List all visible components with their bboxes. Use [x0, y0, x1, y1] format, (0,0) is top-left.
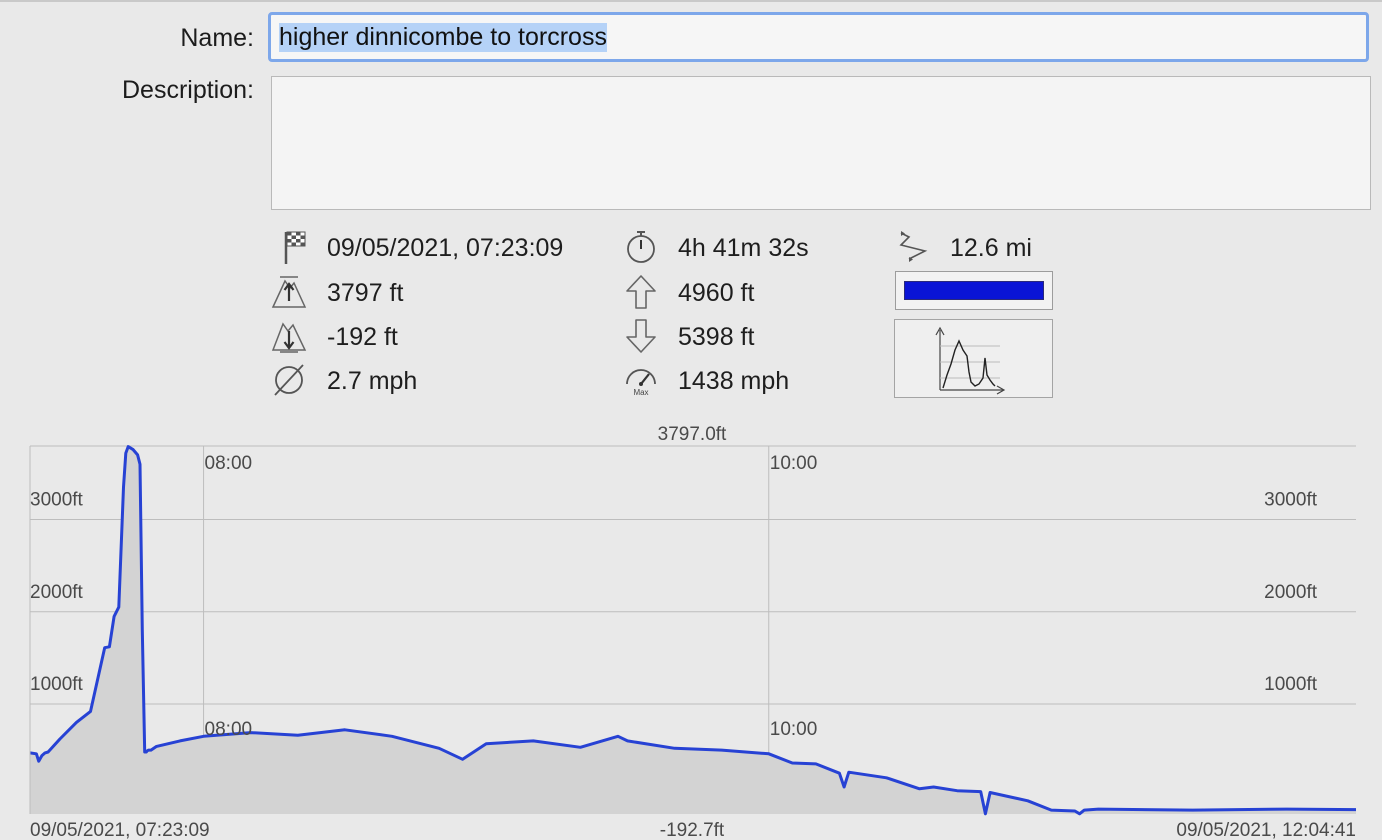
speedometer-icon: Max [626, 369, 656, 397]
x-start-label: 09/05/2021, 07:23:09 [30, 820, 210, 840]
y-tick-label: 1000ft [1264, 674, 1318, 695]
y-tick-label: 3000ft [30, 490, 84, 511]
name-input[interactable] [268, 12, 1369, 62]
x-tick-label: 08:00 [205, 719, 253, 740]
elevation-profile-icon [935, 326, 1006, 395]
max-badge: Max [633, 388, 648, 397]
mountain-up-icon [271, 276, 307, 308]
checkered-flag-icon [284, 231, 306, 264]
distance-value: 12.6 mi [950, 234, 1032, 262]
track-color-button[interactable] [895, 271, 1053, 310]
track-color-swatch [904, 281, 1044, 300]
start-time-value: 09/05/2021, 07:23:09 [327, 234, 564, 262]
x-tick-label: 10:00 [770, 453, 818, 474]
descent-value: 5398 ft [678, 323, 755, 351]
y-tick-label: 2000ft [30, 582, 84, 603]
average-icon [274, 364, 304, 396]
arrow-down-icon [626, 319, 656, 353]
max-elevation-value: 3797 ft [327, 279, 404, 307]
x-end-label: 09/05/2021, 12:04:41 [1176, 820, 1356, 840]
description-textarea[interactable] [271, 76, 1371, 210]
y-tick-label: 1000ft [30, 674, 84, 695]
y-tick-label: 2000ft [1264, 582, 1318, 603]
name-label: Name: [180, 24, 254, 52]
description-label: Description: [122, 76, 254, 104]
arrow-up-icon [626, 275, 656, 309]
x-tick-label: 08:00 [205, 453, 253, 474]
bottom-min-label: -192.7ft [660, 820, 725, 840]
window-top-border [0, 0, 1382, 2]
mountain-down-icon [271, 322, 307, 353]
y-tick-label: 3000ft [1264, 490, 1318, 511]
duration-value: 4h 41m 32s [678, 234, 809, 262]
elevation-chart: 1000ft 2000ft 3000ft 1000ft 2000ft 3000ft 08… [29, 424, 1357, 840]
min-elevation-value: -192 ft [327, 323, 398, 351]
ascent-value: 4960 ft [678, 279, 755, 307]
chart-title: 3797.0ft [658, 424, 727, 445]
max-speed-value: 1438 mph [678, 367, 790, 395]
x-tick-label: 10:00 [770, 719, 818, 740]
route-icon [899, 231, 928, 262]
elevation-profile-button[interactable] [894, 319, 1053, 398]
avg-speed-value: 2.7 mph [327, 367, 418, 395]
stopwatch-icon [627, 231, 655, 263]
